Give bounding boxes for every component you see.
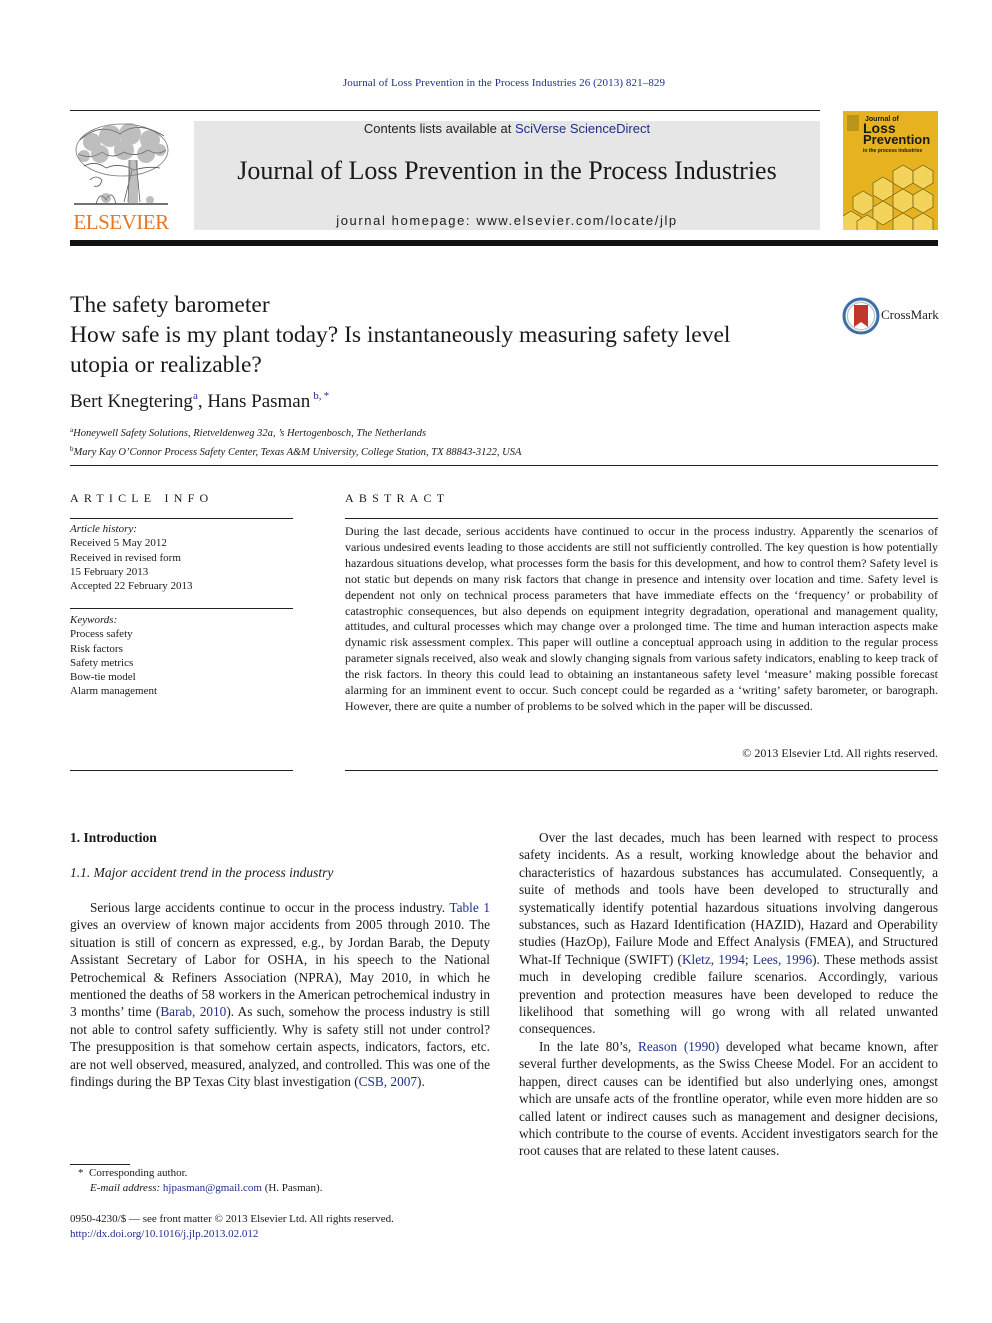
affiliation-text: Mary Kay O’Connor Process Safety Center,…	[73, 446, 522, 458]
affiliation: bMary Kay O’Connor Process Safety Center…	[70, 442, 521, 461]
history-item: 15 February 2013	[70, 565, 149, 578]
paragraph: Over the last decades, much has been lea…	[519, 829, 938, 1038]
corresponding-author-text: Corresponding author.	[89, 1167, 188, 1179]
email-link[interactable]: hjpasman@gmail.com	[163, 1182, 262, 1194]
abstract-heading: ABSTRACT	[345, 491, 450, 505]
text-run: Serious large accidents continue to occu…	[90, 900, 450, 915]
top-rule	[70, 110, 820, 111]
header-thick-rule	[70, 240, 938, 246]
title-line-1: The safety barometer	[70, 292, 270, 318]
affiliation: aHoneywell Safety Solutions, Rietveldenw…	[70, 423, 521, 442]
citation-link[interactable]: Lees, 1996	[753, 952, 812, 967]
article-title: The safety barometer How safe is my plan…	[70, 290, 830, 380]
title-line-3: utopia or realizable?	[70, 352, 262, 378]
cover-badge-icon	[847, 115, 859, 131]
history-item: Accepted 22 February 2013	[70, 580, 193, 593]
citation-link[interactable]: Barab, 2010	[160, 1004, 226, 1019]
keyword: Bow-tie model	[70, 671, 136, 684]
crossmark-icon	[842, 297, 880, 335]
email-suffix: (H. Pasman).	[261, 1182, 323, 1194]
text-run: Over the last decades, much has been lea…	[519, 830, 938, 967]
contents-line: Contents lists available at SciVerse Sci…	[194, 121, 820, 136]
citation-link[interactable]: Reason (1990)	[638, 1039, 719, 1054]
cover-line3: Prevention	[863, 132, 931, 147]
cover-line4: in the process industries	[863, 148, 923, 154]
footnotes: * Corresponding author. E-mail address: …	[70, 1166, 322, 1196]
author-name[interactable]: Bert Knegtering	[70, 391, 193, 412]
citation-link[interactable]: Kletz, 1994	[682, 952, 745, 967]
sciencedirect-link[interactable]: SciVerse ScienceDirect	[515, 121, 650, 136]
text-run: developed what became known, after sever…	[519, 1038, 938, 1159]
keyword: Safety metrics	[70, 656, 134, 669]
keywords-label: Keywords:	[70, 614, 118, 626]
abstract-rule	[345, 770, 938, 771]
affiliations: aHoneywell Safety Solutions, Rietveldenw…	[70, 423, 521, 460]
author-name[interactable]: Hans Pasman	[207, 391, 310, 412]
subsection-heading: 1.1. Major accident trend in the process…	[70, 865, 334, 880]
text-run: ).	[417, 1074, 425, 1090]
author-list: Bert Knegteringa, Hans Pasman b, *	[70, 390, 329, 413]
journal-homepage: journal homepage: www.elsevier.com/locat…	[194, 213, 820, 228]
elsevier-logo[interactable]: ELSEVIER	[70, 120, 172, 234]
homepage-prefix: journal homepage:	[336, 213, 477, 228]
front-matter: 0950-4230/$ — see front matter © 2013 El…	[70, 1212, 394, 1242]
running-head[interactable]: Journal of Loss Prevention in the Proces…	[0, 77, 992, 89]
journal-banner: Contents lists available at SciVerse Sci…	[194, 121, 820, 230]
history-item: Received in revised form	[70, 551, 181, 564]
history-item: Received 5 May 2012	[70, 537, 167, 550]
elsevier-tree-icon	[74, 123, 169, 205]
email-label: E-mail address:	[90, 1182, 161, 1194]
journal-title: Journal of Loss Prevention in the Proces…	[237, 156, 777, 185]
contents-prefix: Contents lists available at	[363, 121, 515, 136]
title-line-2: How safe is my plant today? Is instantan…	[70, 322, 731, 348]
article-info-rule	[70, 608, 293, 609]
title-divider	[70, 465, 938, 466]
journal-cover-thumbnail[interactable]: Journal of Loss Prevention in the proces…	[843, 111, 938, 230]
author-affiliation-marker[interactable]: b, *	[313, 390, 329, 402]
text-run: In the late 80’s,	[539, 1038, 638, 1054]
article-info-rule	[70, 518, 293, 519]
table-link[interactable]: Table 1	[449, 900, 490, 915]
crossmark-label: CrossMark	[881, 307, 939, 322]
corresponding-author-note: * Corresponding author.	[70, 1166, 322, 1181]
text-run: ;	[744, 951, 753, 967]
article-history-label: Article history:	[70, 523, 137, 535]
homepage-url[interactable]: www.elsevier.com/locate/jlp	[476, 213, 677, 228]
paragraph: Serious large accidents continue to occu…	[70, 899, 490, 1090]
paragraph: In the late 80’s, Reason (1990) develope…	[519, 1038, 938, 1160]
keyword: Risk factors	[70, 642, 123, 655]
keyword: Process safety	[70, 628, 133, 641]
keyword: Alarm management	[70, 685, 158, 698]
elsevier-wordmark: ELSEVIER	[73, 210, 169, 234]
doi-link[interactable]: http://dx.doi.org/10.1016/j.jlp.2013.02.…	[70, 1228, 258, 1240]
abstract-text: During the last decade, serious accident…	[345, 524, 938, 713]
footnote-star: *	[78, 1167, 84, 1179]
section-heading: 1. Introduction	[70, 830, 157, 845]
abstract-copyright: © 2013 Elsevier Ltd. All rights reserved…	[742, 746, 938, 760]
article-info-heading: ARTICLE INFO	[70, 491, 214, 505]
email-note: E-mail address: hjpasman@gmail.com (H. P…	[70, 1181, 322, 1196]
cover-hexagon-pattern-icon	[843, 164, 934, 230]
citation-link[interactable]: CSB, 2007	[359, 1074, 417, 1089]
article-history: Article history: Received 5 May 2012 Rec…	[70, 522, 193, 593]
footnote-rule	[70, 1164, 130, 1165]
abstract-rule	[345, 518, 938, 519]
keywords: Keywords: Process safety Risk factors Sa…	[70, 613, 157, 699]
author-separator: ,	[197, 391, 208, 412]
affiliation-text: Honeywell Safety Solutions, Rietveldenwe…	[73, 428, 427, 439]
front-matter-text: 0950-4230/$ — see front matter © 2013 El…	[70, 1213, 394, 1225]
article-info-rule	[70, 770, 293, 771]
body-column-left: Serious large accidents continue to occu…	[70, 899, 490, 1090]
body-column-right: Over the last decades, much has been lea…	[519, 829, 938, 1160]
crossmark-button[interactable]: CrossMark	[842, 297, 942, 335]
